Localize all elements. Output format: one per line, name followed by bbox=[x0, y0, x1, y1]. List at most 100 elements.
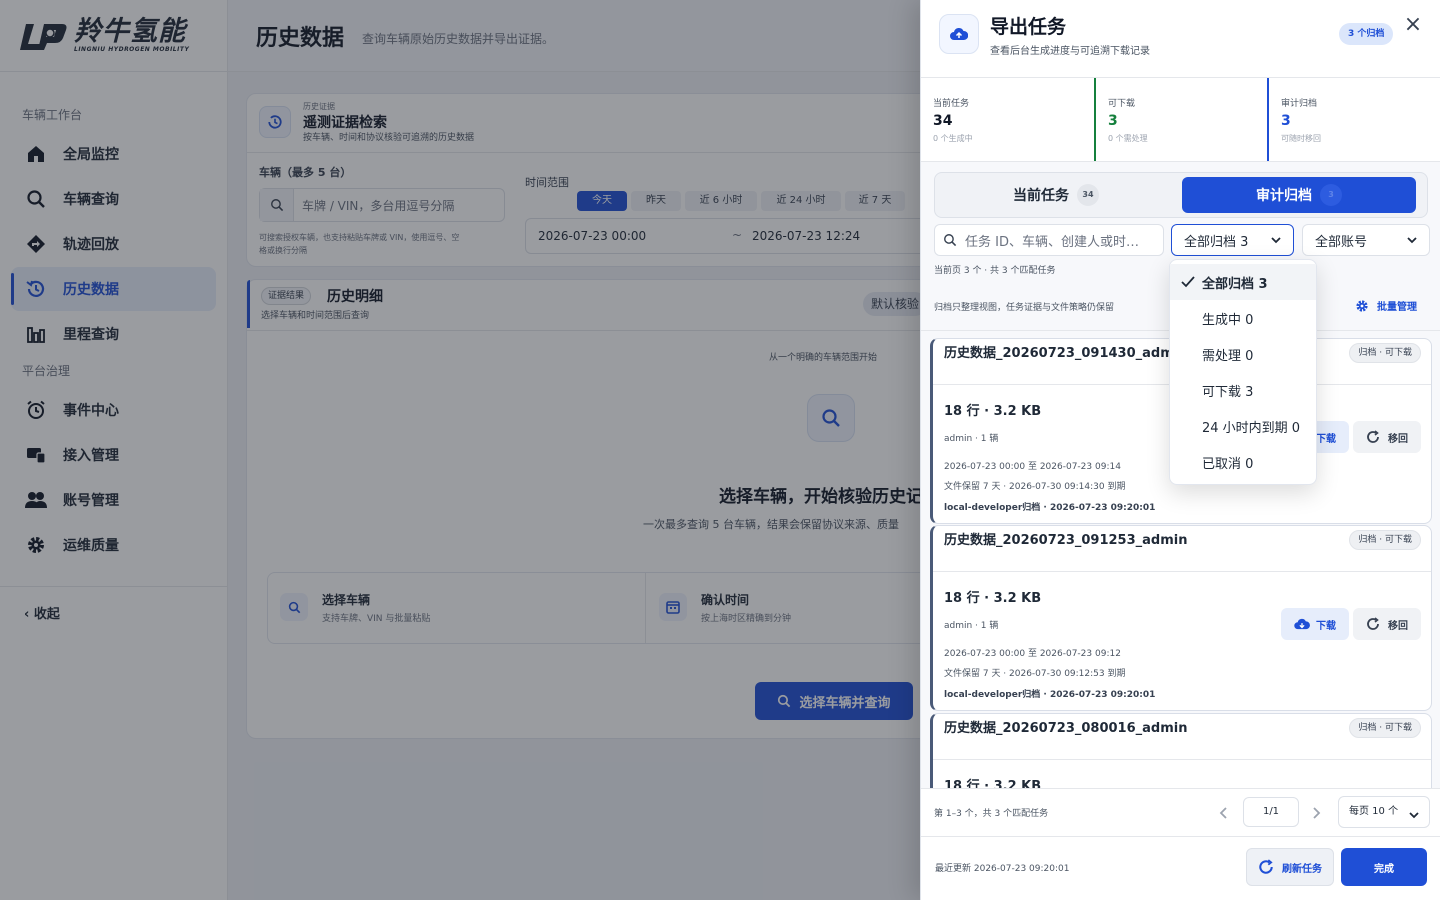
stat-value: 3 bbox=[1107, 113, 1118, 129]
page-number[interactable]: 1/1 bbox=[1243, 797, 1299, 827]
download-button[interactable]: 下载 bbox=[1281, 608, 1349, 640]
option-label: 已取消 0 bbox=[1202, 456, 1254, 472]
last-updated: 最近更新 2026-07-23 09:20:01 bbox=[935, 864, 1070, 874]
check-icon bbox=[1180, 274, 1196, 294]
stat-sub: 0 个生成中 bbox=[933, 134, 973, 143]
tab-count: 34 bbox=[1077, 184, 1099, 206]
done-button[interactable]: 完成 bbox=[1341, 848, 1427, 886]
stat-sub: 可随时移回 bbox=[1280, 134, 1321, 143]
download-label: 下载 bbox=[1316, 620, 1336, 632]
task-card: 历史数据_20260723_091253_admin 归档 · 可下载 18 行… bbox=[930, 525, 1432, 711]
dropdown-option-downloadable[interactable]: 可下载 3 bbox=[1170, 372, 1316, 408]
task-size: 18 行 · 3.2 KB bbox=[944, 591, 1042, 606]
app-root: 羚牛氢能 LINGNIU HYDROGEN MOBILITY 车辆工作台 全局监… bbox=[0, 0, 1440, 900]
page-size-select[interactable]: 每页 10 个 bbox=[1338, 796, 1430, 828]
drawer-header: 导出任务 查看后台生成进度与可追溯下载记录 3 个归档 × bbox=[921, 0, 1440, 78]
filter-row: 任务 ID、车辆、创建人或时… 全部归档 3 全部账号 bbox=[934, 224, 1430, 256]
search-icon bbox=[943, 233, 957, 247]
stat-sub: 0 个需处理 bbox=[1107, 134, 1148, 143]
dropdown-option-expiring-24h[interactable]: 24 小时内到期 0 bbox=[1170, 408, 1316, 444]
stat-label: 可下载 bbox=[1107, 99, 1135, 109]
stat-value: 3 bbox=[1280, 113, 1291, 129]
status-badge: 归档 · 可下载 bbox=[1349, 343, 1421, 363]
task-name: 历史数据_20260723_080016_admin bbox=[944, 721, 1188, 736]
task-retention: 文件保留 7 天 · 2026-07-30 09:14:30 到期 bbox=[944, 482, 1126, 492]
option-label: 24 小时内到期 0 bbox=[1202, 420, 1301, 436]
select-value: 全部归档 3 bbox=[1184, 234, 1249, 250]
tab-label: 当前任务 bbox=[1013, 188, 1069, 204]
close-icon[interactable]: × bbox=[1401, 12, 1425, 37]
tab-count: 3 bbox=[1320, 184, 1342, 206]
refresh-icon bbox=[1258, 859, 1274, 875]
task-card-header: 历史数据_20260723_091253_admin 归档 · 可下载 bbox=[933, 526, 1431, 572]
task-owner: admin · 1 辆 bbox=[944, 434, 999, 444]
account-select[interactable]: 全部账号 bbox=[1302, 224, 1430, 256]
dropdown-option-cancelled[interactable]: 已取消 0 bbox=[1170, 444, 1316, 480]
stat-label: 审计归档 bbox=[1280, 99, 1317, 109]
modal-backdrop[interactable] bbox=[0, 0, 920, 900]
tab-label: 审计归档 bbox=[1256, 188, 1312, 204]
archive-count-badge: 3 个归档 bbox=[1339, 23, 1394, 45]
batch-manage-button[interactable]: 批量管理 bbox=[1355, 298, 1417, 313]
cloud-upload-icon bbox=[939, 14, 979, 54]
next-page-button[interactable] bbox=[1303, 799, 1329, 827]
gear-icon bbox=[1355, 299, 1369, 313]
chevron-down-icon bbox=[1407, 805, 1421, 835]
status-badge: 归档 · 可下载 bbox=[1349, 718, 1421, 738]
move-back-button[interactable]: 移回 bbox=[1353, 421, 1421, 453]
task-size: 18 行 · 3.2 KB bbox=[944, 404, 1042, 419]
task-tabs: 当前任务 34 审计归档 3 bbox=[934, 172, 1428, 218]
task-stats: 当前任务 34 0 个生成中 可下载 3 0 个需处理 审计归档 3 可随时移回 bbox=[921, 78, 1440, 162]
task-range: 2026-07-23 00:00 至 2026-07-23 09:14 bbox=[944, 462, 1121, 472]
task-name: 历史数据_20260723_091253_admin bbox=[944, 533, 1188, 548]
refresh-label: 刷新任务 bbox=[1282, 863, 1322, 875]
move-back-button[interactable]: 移回 bbox=[1353, 608, 1421, 640]
dropdown-option-all[interactable]: 全部归档 3 bbox=[1170, 264, 1316, 300]
tab-current-tasks[interactable]: 当前任务 34 bbox=[939, 177, 1173, 213]
task-card-header: 历史数据_20260723_080016_admin 归档 · 可下载 bbox=[933, 714, 1431, 760]
task-retention: 文件保留 7 天 · 2026-07-30 09:12:53 到期 bbox=[944, 669, 1126, 679]
move-label: 移回 bbox=[1388, 433, 1408, 445]
task-size: 18 行 · 3.2 KB bbox=[944, 779, 1042, 788]
stat-downloadable: 可下载 3 0 个需处理 bbox=[1093, 78, 1267, 161]
status-badge: 归档 · 可下载 bbox=[1349, 530, 1421, 550]
archive-status-dropdown: 全部归档 3 生成中 0 需处理 0 可下载 3 24 小时内到期 0 已取消 … bbox=[1169, 259, 1317, 485]
archive-status-select[interactable]: 全部归档 3 bbox=[1171, 224, 1294, 256]
select-value: 全部账号 bbox=[1315, 234, 1368, 250]
task-owner: admin · 1 辆 bbox=[944, 621, 999, 631]
task-archived: local-developer归档 · 2026-07-23 09:20:01 bbox=[944, 503, 1156, 513]
task-range: 2026-07-23 00:00 至 2026-07-23 09:12 bbox=[944, 649, 1121, 659]
stat-value: 34 bbox=[933, 113, 953, 129]
chevron-down-icon bbox=[1405, 233, 1419, 251]
option-label: 需处理 0 bbox=[1202, 348, 1254, 364]
task-card: 历史数据_20260723_080016_admin 归档 · 可下载 18 行… bbox=[930, 713, 1432, 788]
stat-current-tasks: 当前任务 34 0 个生成中 bbox=[921, 78, 1094, 161]
task-archived: local-developer归档 · 2026-07-23 09:20:01 bbox=[944, 690, 1156, 700]
prev-page-button[interactable] bbox=[1211, 799, 1237, 827]
pagination: 第 1–3 个，共 3 个匹配任务 1/1 每页 10 个 bbox=[921, 788, 1440, 836]
chevron-right-icon bbox=[1313, 807, 1321, 819]
search-placeholder: 任务 ID、车辆、创建人或时… bbox=[965, 234, 1139, 250]
drawer-subtitle: 查看后台生成进度与可追溯下载记录 bbox=[990, 46, 1150, 57]
chevron-down-icon bbox=[1269, 233, 1283, 251]
pagination-info: 第 1–3 个，共 3 个匹配任务 bbox=[934, 809, 1049, 819]
option-label: 可下载 3 bbox=[1202, 384, 1254, 400]
drawer-footer: 最近更新 2026-07-23 09:20:01 刷新任务 完成 bbox=[921, 836, 1440, 900]
option-label: 生成中 0 bbox=[1202, 312, 1254, 328]
stat-label: 当前任务 bbox=[933, 99, 970, 109]
move-label: 移回 bbox=[1388, 620, 1408, 632]
dropdown-option-needs-action[interactable]: 需处理 0 bbox=[1170, 336, 1316, 372]
stat-audit-archive: 审计归档 3 可随时移回 bbox=[1266, 78, 1440, 161]
drawer-title: 导出任务 bbox=[990, 16, 1067, 38]
task-name: 历史数据_20260723_091430_admin bbox=[944, 346, 1188, 361]
refresh-icon bbox=[1366, 617, 1380, 631]
dropdown-option-generating[interactable]: 生成中 0 bbox=[1170, 300, 1316, 336]
page-size-value: 每页 10 个 bbox=[1349, 806, 1399, 817]
match-summary: 当前页 3 个 · 共 3 个匹配任务 bbox=[934, 266, 1056, 276]
download-label: 下载 bbox=[1316, 433, 1336, 445]
archive-note: 归档只整理视图，任务证据与文件策略仍保留 bbox=[934, 303, 1115, 313]
task-search-input[interactable]: 任务 ID、车辆、创建人或时… bbox=[934, 224, 1164, 256]
refresh-icon bbox=[1366, 430, 1380, 444]
tab-audit-archive[interactable]: 审计归档 3 bbox=[1182, 177, 1416, 213]
refresh-tasks-button[interactable]: 刷新任务 bbox=[1246, 848, 1334, 886]
